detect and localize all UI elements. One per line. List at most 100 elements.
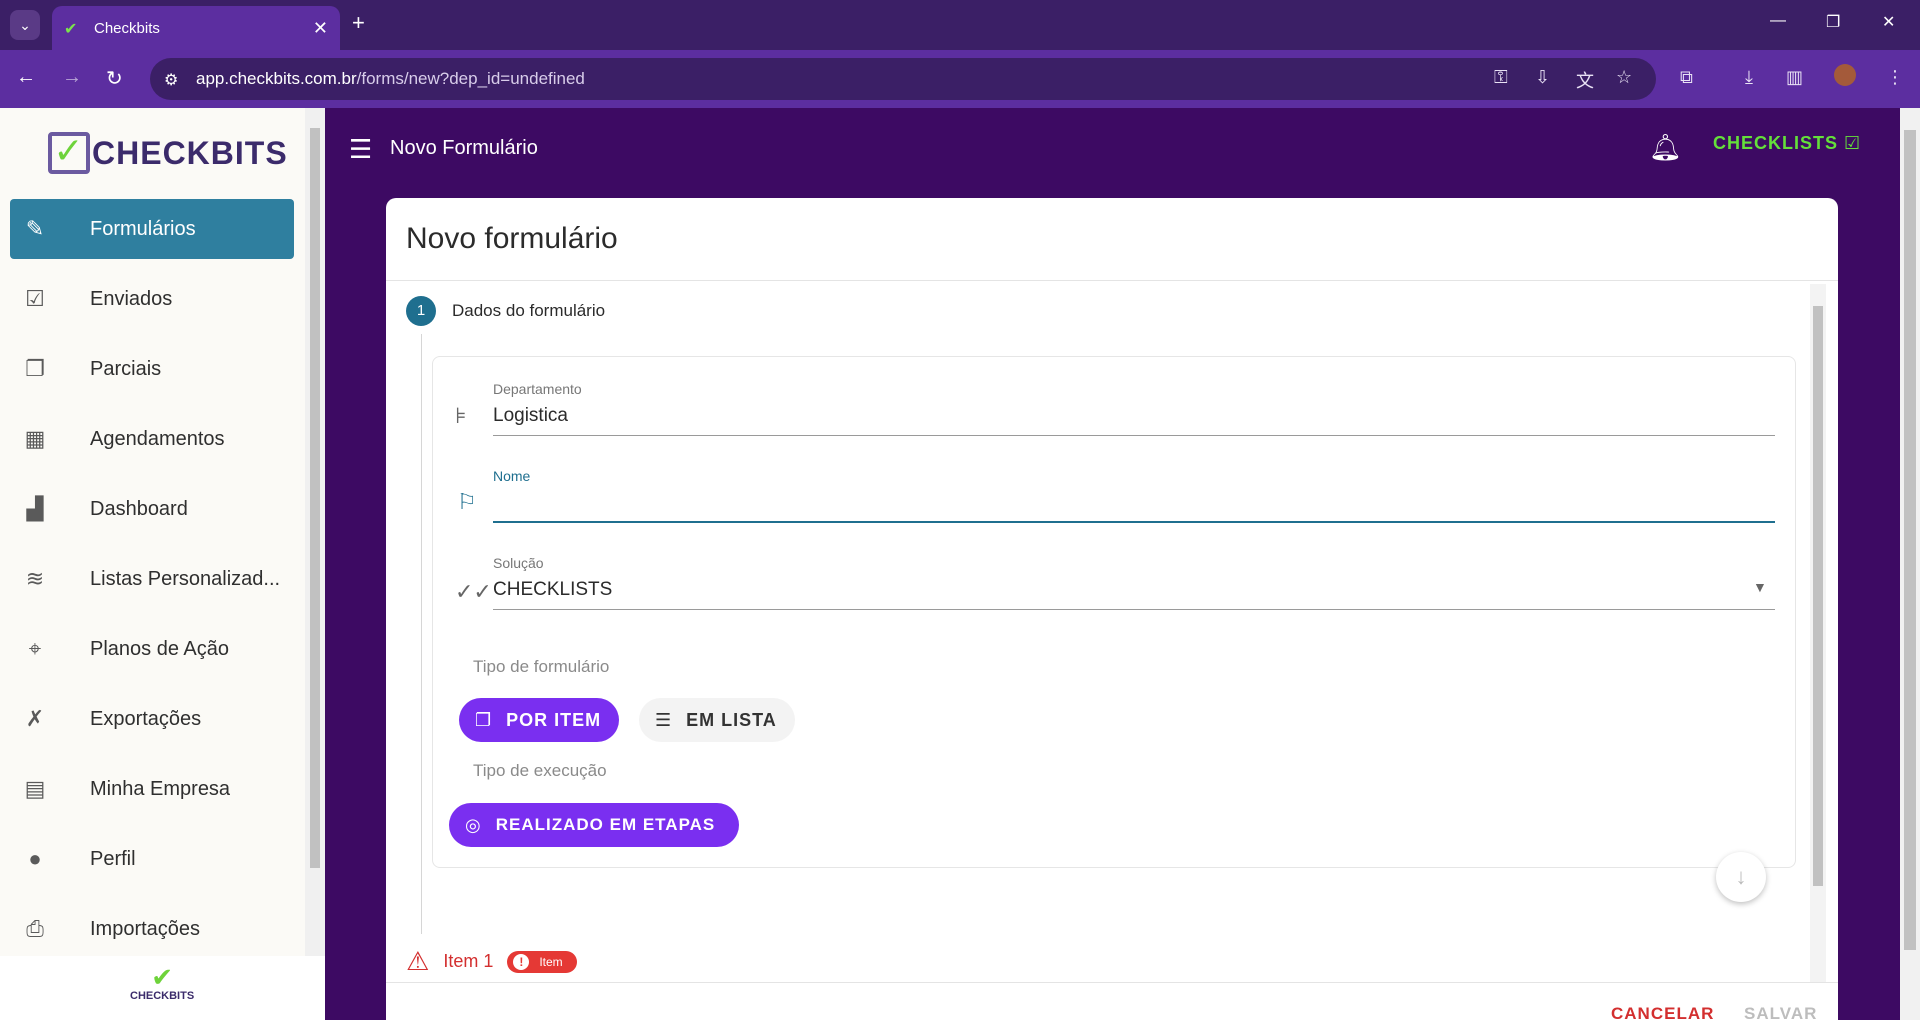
minimize-icon[interactable]: —: [1770, 12, 1786, 30]
form-type-label: Tipo de formulário: [473, 657, 610, 676]
page-title: Novo Formulário: [390, 137, 538, 159]
password-key-icon[interactable]: ⚿: [1494, 67, 1508, 88]
file-import-icon: ⎙: [26, 916, 44, 941]
sidebar-item-label: Minha Empresa: [90, 777, 231, 800]
page-scroll-thumb[interactable]: [1904, 130, 1916, 950]
sidebar-item-label: Perfil: [90, 847, 136, 870]
sidebar-item-label: Formulários: [90, 217, 196, 240]
checkbits-favicon-icon: ✔: [64, 21, 78, 38]
profile-avatar[interactable]: [1834, 64, 1856, 86]
sidebar-item-label: Importações: [90, 917, 201, 940]
restore-icon[interactable]: ❐: [1826, 12, 1840, 32]
department-field[interactable]: Logistica: [493, 405, 568, 427]
logo-check-icon: ✓: [48, 132, 90, 174]
solution-switch[interactable]: CHECKLISTS ☑: [1713, 133, 1861, 154]
sidebar-item-perfil[interactable]: ● Perfil: [10, 829, 294, 889]
name-label: Nome: [493, 468, 531, 484]
forward-icon[interactable]: →: [62, 66, 82, 89]
calendar-check-icon: ▦: [24, 426, 46, 451]
url-host: app.checkbits.com.br: [196, 69, 357, 88]
tab-title: Checkbits: [94, 19, 160, 37]
sidebar-item-label: Dashboard: [90, 497, 188, 520]
sidebar-scroll-thumb[interactable]: [310, 128, 320, 868]
check-circle-icon: ◎: [465, 814, 482, 835]
excel-file-icon: ✗: [25, 706, 45, 731]
mini-logo-text: CHECKBITS: [130, 990, 195, 1002]
extensions-icon[interactable]: ⧉: [1680, 67, 1693, 88]
department-underline: [493, 435, 1775, 436]
side-panel-icon[interactable]: ▥: [1786, 67, 1803, 88]
arrow-down-icon: ↓: [1735, 864, 1747, 889]
item-error-badge: ! Item: [507, 950, 577, 973]
bar-chart-icon: ▟: [26, 496, 44, 521]
solution-switch-label: CHECKLISTS: [1713, 133, 1839, 153]
back-icon[interactable]: ←: [16, 66, 36, 89]
execution-type-label: Tipo de execução: [473, 761, 607, 780]
close-window-icon[interactable]: ✕: [1882, 12, 1895, 32]
page-scrollbar[interactable]: [1900, 108, 1920, 1020]
mini-logo-check-icon: ✔: [151, 962, 173, 992]
step-label[interactable]: Dados do formulário: [452, 301, 605, 321]
tab-search-button[interactable]: ⌄: [10, 10, 40, 40]
sidebar-scrollbar[interactable]: [305, 108, 325, 956]
sidebar-footer: ✔ CHECKBITS: [0, 956, 325, 1020]
sidebar-item-empresa[interactable]: ▤ Minha Empresa: [10, 759, 294, 819]
sidebar-item-listas[interactable]: ≋ Listas Personalizad...: [10, 549, 294, 609]
sidebar-item-label: Agendamentos: [90, 427, 225, 450]
por-item-button[interactable]: ❐ POR ITEM: [459, 698, 619, 742]
sidebar-item-exportacoes[interactable]: ✗ Exportações: [10, 689, 294, 749]
card-title: Novo formulário: [406, 222, 618, 255]
realizado-em-etapas-label: REALIZADO EM ETAPAS: [495, 815, 716, 834]
site-info-icon[interactable]: ⚙: [164, 70, 178, 90]
dropdown-arrow-icon[interactable]: ▼: [1753, 579, 1767, 595]
sidebar-item-planos[interactable]: ⌖ Planos de Ação: [10, 619, 294, 679]
sidebar-item-enviados[interactable]: ☑ Enviados: [10, 269, 294, 329]
sidebar-item-label: Parciais: [90, 357, 162, 380]
em-lista-button[interactable]: ☰ EM LISTA: [639, 698, 795, 742]
warning-icon: ⚠: [406, 946, 430, 976]
checkbits-logo: ✓ CHECKBITS: [48, 132, 288, 174]
install-app-icon[interactable]: ⇩: [1535, 67, 1550, 88]
step-number-badge[interactable]: 1: [406, 296, 436, 326]
sidebar-item-dashboard[interactable]: ▟ Dashboard: [10, 479, 294, 539]
browser-tab[interactable]: ✔ Checkbits ✕: [52, 6, 340, 50]
building-icon: ▤: [24, 776, 46, 801]
por-item-label: POR ITEM: [506, 709, 602, 730]
menu-icon[interactable]: ☰: [349, 134, 372, 165]
item-label: Item 1: [443, 951, 494, 971]
sidebar-item-label: Planos de Ação: [90, 637, 229, 660]
sidebar-item-parciais[interactable]: ❐ Parciais: [10, 339, 294, 399]
checkbox-checked-icon: ☑: [1844, 133, 1862, 153]
bookmark-star-icon[interactable]: ☆: [1616, 67, 1632, 88]
cancel-button[interactable]: CANCELAR: [1611, 1004, 1714, 1020]
name-input[interactable]: [493, 491, 1775, 519]
translate-icon[interactable]: 文: [1576, 67, 1594, 93]
list-icon: ☰: [655, 709, 673, 730]
hierarchy-icon: ⊧: [455, 403, 467, 428]
card-scroll-thumb[interactable]: [1813, 306, 1823, 886]
card-scrollbar[interactable]: [1810, 284, 1826, 982]
double-check-icon: ✓✓: [455, 579, 492, 604]
reload-icon[interactable]: ↻: [106, 66, 123, 91]
sidebar-item-agendamentos[interactable]: ▦ Agendamentos: [10, 409, 294, 469]
downloads-icon[interactable]: ⤓: [1745, 67, 1753, 88]
scroll-down-button[interactable]: ↓: [1716, 852, 1766, 902]
app-header: ☰ Novo Formulário 🔔︎ CHECKLISTS ☑: [325, 108, 1920, 188]
solution-select[interactable]: CHECKLISTS: [493, 579, 612, 601]
close-tab-icon[interactable]: ✕: [313, 18, 328, 39]
sidebar-item-label: Exportações: [90, 707, 202, 730]
item-row[interactable]: ⚠ Item 1 ! Item: [406, 946, 577, 977]
sidebar-item-importacoes[interactable]: ⎙ Importações: [10, 899, 294, 959]
em-lista-label: EM LISTA: [686, 709, 777, 730]
realizado-em-etapas-button[interactable]: ◎ REALIZADO EM ETAPAS: [449, 803, 739, 847]
sidebar-item-formularios[interactable]: ✎ Formulários: [10, 199, 294, 259]
department-label: Departamento: [493, 381, 582, 397]
browser-menu-icon[interactable]: ⋮: [1886, 67, 1904, 88]
new-tab-button[interactable]: +: [352, 10, 365, 36]
footer-divider: [386, 982, 1838, 983]
notification-bell-icon[interactable]: 🔔︎: [1649, 132, 1682, 163]
address-bar[interactable]: ⚙ app.checkbits.com.br/forms/new?dep_id=…: [150, 58, 1656, 100]
solution-label: Solução: [493, 555, 544, 571]
item-badge-label: Item: [539, 954, 563, 969]
save-button[interactable]: SALVAR: [1744, 1004, 1817, 1020]
